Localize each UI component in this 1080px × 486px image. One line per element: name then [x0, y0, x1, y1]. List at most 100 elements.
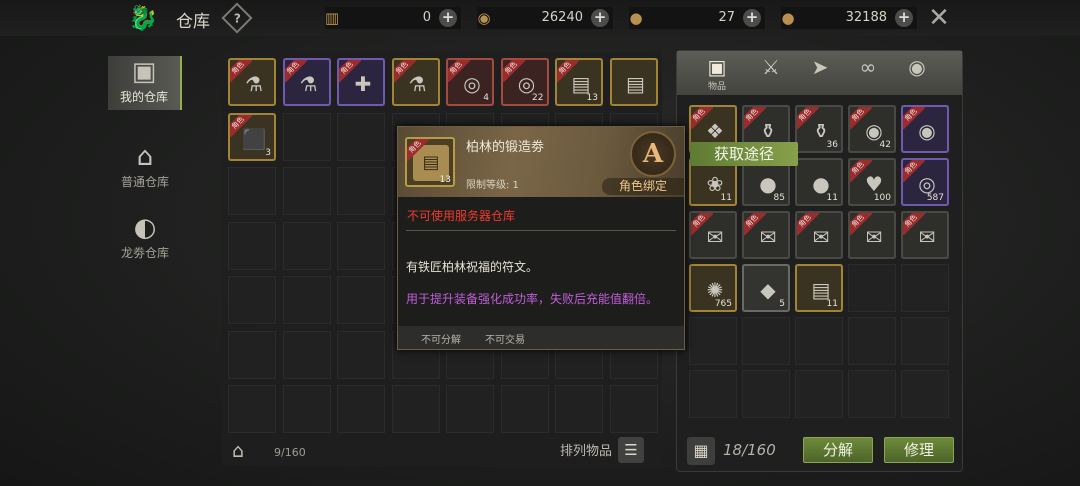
storage-slot[interactable]	[337, 112, 385, 161]
bag-item[interactable]: ◆ 5	[742, 264, 790, 312]
role-ribbon: 角色	[448, 60, 470, 82]
storage-slot[interactable]	[282, 276, 331, 324]
bag-item[interactable]: ◉ 角色 42	[848, 105, 896, 153]
tab-weapons[interactable]: ⚔	[753, 55, 789, 93]
bag-item[interactable]: ✉ 角色	[848, 211, 896, 259]
storage-slot[interactable]	[446, 385, 494, 433]
storage-slot[interactable]	[228, 330, 276, 379]
help-button[interactable]: ?	[221, 2, 253, 34]
repair-button[interactable]: 修理	[884, 437, 954, 463]
currency-ticket: ▥ 0 +	[325, 7, 461, 29]
tooltip-level: 限制等级: 1	[466, 180, 519, 191]
bag-slot[interactable]	[689, 317, 737, 365]
storage-slot[interactable]	[609, 385, 658, 433]
storage-slot[interactable]	[337, 221, 385, 270]
nav-my-warehouse[interactable]: ▣ 我的仓库	[108, 56, 182, 110]
bag-item[interactable]: ◉ 角色	[901, 105, 949, 153]
bag-item[interactable]: ● 11	[795, 158, 843, 206]
tab-links[interactable]: ∞	[850, 55, 886, 93]
role-ribbon: 角色	[797, 213, 819, 235]
nav-dragon-warehouse[interactable]: ◐ 龙劵仓库	[108, 212, 182, 266]
tab-swirl[interactable]: ◉	[899, 55, 935, 93]
storage-slot[interactable]	[500, 385, 549, 433]
storage-slot[interactable]	[337, 330, 385, 379]
grade-badge: A	[630, 131, 676, 177]
tooltip-header: ▤ 角色 13 柏林的锻造劵 限制等级: 1 A 角色绑定	[398, 127, 684, 197]
storage-slot[interactable]	[282, 112, 331, 161]
role-ribbon: 角色	[903, 160, 925, 182]
bag-item[interactable]: ✉ 角色	[742, 211, 790, 259]
grid-view-button[interactable]: ▦	[687, 437, 715, 465]
bag-slot[interactable]	[901, 370, 949, 418]
storage-slot[interactable]	[282, 330, 331, 379]
bag-item[interactable]: ◎ 角色 587	[901, 158, 949, 206]
currency-value: 26240	[541, 10, 583, 25]
add-currency-button[interactable]: +	[743, 9, 761, 27]
bag-slot[interactable]	[848, 370, 896, 418]
storage-slot[interactable]	[391, 385, 440, 433]
storage-item[interactable]: ◎ 角色 4	[446, 58, 494, 106]
tab-arrows[interactable]: ➤	[802, 55, 838, 93]
tooltip-description: 有铁匠柏林祝福的符文。	[406, 260, 539, 274]
bag-item[interactable]: ⚱ 角色 36	[795, 105, 843, 153]
sort-button[interactable]: ☰	[618, 437, 644, 463]
bag-slot[interactable]	[742, 317, 790, 365]
bag-slot[interactable]	[901, 264, 949, 312]
close-icon[interactable]: ✕	[925, 4, 953, 32]
decompose-button[interactable]: 分解	[803, 437, 873, 463]
bag-slot[interactable]	[689, 370, 737, 418]
bag-slot[interactable]	[795, 370, 843, 418]
bag-slot[interactable]	[795, 317, 843, 365]
add-currency-button[interactable]: +	[591, 9, 609, 27]
bag-slot[interactable]	[848, 264, 896, 312]
storage-slot[interactable]	[337, 276, 385, 324]
storage-item[interactable]: ⚗ 角色	[228, 58, 276, 106]
storage-slot[interactable]	[228, 221, 276, 270]
bag-item[interactable]: ✺ 765	[689, 264, 737, 312]
bag-item[interactable]: ▤ 11	[795, 264, 843, 312]
storage-slot[interactable]	[282, 385, 331, 433]
add-currency-button[interactable]: +	[895, 9, 913, 27]
item-count: 11	[720, 193, 732, 203]
storage-slot[interactable]	[282, 221, 331, 270]
storage-slot[interactable]	[337, 385, 385, 433]
nav-normal-warehouse[interactable]: ⌂ 普通仓库	[108, 141, 182, 195]
bag-item[interactable]: ✉ 角色	[689, 211, 737, 259]
flag-no-decompose: 不可分解	[421, 335, 461, 346]
storage-slot[interactable]	[228, 167, 276, 215]
bag-slot[interactable]	[848, 317, 896, 365]
bag-item[interactable]: ✉ 角色	[795, 211, 843, 259]
role-ribbon: 角色	[691, 213, 713, 235]
storage-slot[interactable]	[228, 385, 276, 433]
item-count: 587	[926, 193, 944, 203]
storage-slot[interactable]	[337, 167, 385, 215]
get-route-button[interactable]: 获取途径	[690, 142, 798, 166]
gem-pouch-icon: ●	[629, 9, 643, 27]
storage-slot[interactable]	[228, 276, 276, 324]
bag-slot[interactable]	[742, 370, 790, 418]
bag-slot[interactable]	[901, 317, 949, 365]
sort-label: 排列物品	[560, 444, 613, 459]
storage-item[interactable]: ✚ 角色	[337, 58, 385, 106]
storage-slot[interactable]	[555, 385, 603, 433]
tab-items[interactable]: ▣ 物品	[699, 55, 735, 93]
bag-item[interactable]: ♥ 角色 100	[848, 158, 896, 206]
bag-item[interactable]: ✉ 角色	[901, 211, 949, 259]
storage-item[interactable]: ▤	[609, 58, 658, 106]
add-currency-button[interactable]: +	[439, 9, 457, 27]
currency-value: 32188	[845, 10, 887, 25]
storage-slot[interactable]	[282, 167, 331, 215]
storage-item[interactable]: ◎ 角色 22	[500, 58, 549, 106]
item-count: 100	[873, 193, 891, 203]
storage-item[interactable]: ⬛ 角色 3	[228, 112, 276, 161]
box-icon: ▣	[131, 57, 157, 87]
tooltip-warning: 不可使用服务器仓库	[407, 209, 516, 223]
storage-item[interactable]: ▤ 角色 13	[555, 58, 603, 106]
storage-item[interactable]: ⚗ 角色	[282, 58, 331, 106]
role-ribbon: 角色	[393, 60, 416, 82]
currency-swirl: ◉ 26240 +	[477, 7, 613, 29]
storage-count: 9/160	[274, 446, 306, 459]
home-icon[interactable]: ⌂	[232, 440, 244, 462]
role-ribbon: 角色	[230, 114, 252, 137]
storage-item[interactable]: ⚗ 角色	[391, 58, 440, 106]
